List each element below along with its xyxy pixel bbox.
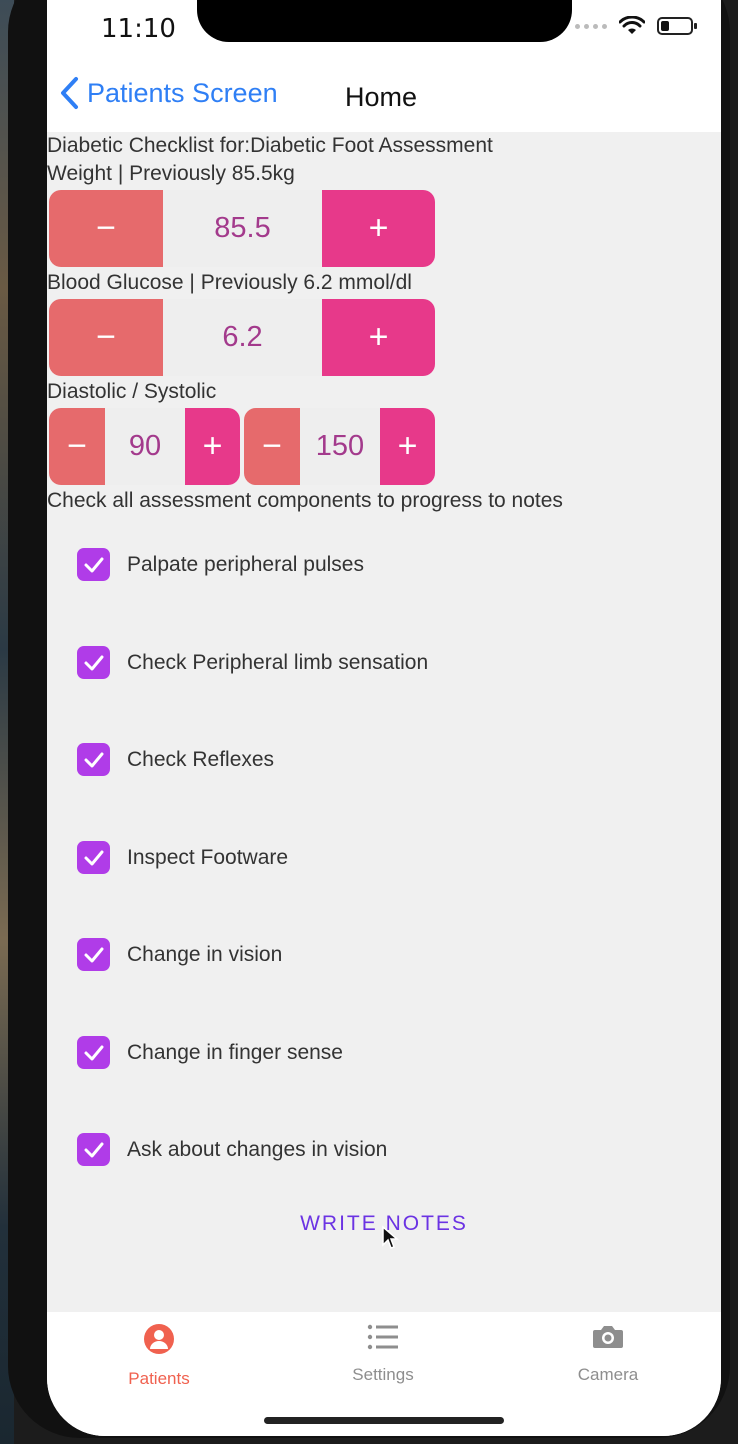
tab-patients-label: Patients: [128, 1369, 190, 1388]
assessment-hint: Check all assessment components to progr…: [47, 489, 563, 512]
tab-settings[interactable]: Settings: [308, 1322, 458, 1385]
diastolic-value[interactable]: 90: [105, 408, 185, 485]
tab-camera[interactable]: Camera: [533, 1322, 683, 1385]
glucose-increment-button[interactable]: +: [322, 299, 435, 376]
tab-camera-label: Camera: [577, 1365, 639, 1384]
blood-pressure-label: Diastolic / Systolic: [47, 380, 217, 403]
person-icon: [144, 1324, 174, 1354]
diastolic-increment-button[interactable]: +: [185, 408, 240, 485]
checklist-item-label: Inspect Footware: [127, 845, 289, 869]
back-button-label: Patients Screen: [87, 77, 278, 108]
checkbox[interactable]: [77, 1133, 110, 1166]
checklist-item-label: Palpate peripheral pulses: [127, 552, 364, 576]
diastolic-decrement-button[interactable]: −: [49, 408, 105, 485]
weight-label: Weight | Previously 85.5kg: [47, 162, 295, 185]
checkmark-icon: [84, 557, 103, 572]
weight-value[interactable]: 85.5: [163, 190, 322, 267]
cellular-signal-icon: [575, 23, 607, 29]
glucose-stepper: − 6.2 +: [49, 299, 435, 376]
weight-stepper: − 85.5 +: [49, 190, 435, 267]
battery-icon: [657, 17, 697, 35]
systolic-stepper: − 150 +: [244, 408, 435, 485]
phone-frame: 11:10 Patients Screen Home Diabetic Chec…: [8, 0, 730, 1438]
notch: [197, 0, 572, 42]
systolic-value[interactable]: 150: [300, 408, 380, 485]
glucose-label: Blood Glucose | Previously 6.2 mmol/dl: [47, 271, 412, 294]
checklist-item[interactable]: Check Peripheral limb sensation: [77, 646, 428, 679]
chevron-left-icon: [61, 77, 78, 109]
home-indicator: [264, 1417, 504, 1424]
checkmark-icon: [84, 1045, 103, 1060]
checklist-item-label: Ask about changes in vision: [127, 1137, 388, 1161]
checkmark-icon: [84, 1142, 103, 1157]
tab-bar: Patients Settings Camera: [47, 1312, 721, 1436]
phone-screen: 11:10 Patients Screen Home Diabetic Chec…: [47, 0, 721, 1436]
mouse-cursor-icon: [382, 1225, 399, 1249]
systolic-decrement-button[interactable]: −: [244, 408, 300, 485]
checklist-item-label: Check Reflexes: [127, 747, 275, 771]
checkbox[interactable]: [77, 938, 110, 971]
glucose-value[interactable]: 6.2: [163, 299, 322, 376]
checklist-item[interactable]: Change in finger sense: [77, 1036, 343, 1069]
checkbox[interactable]: [77, 743, 110, 776]
checkbox[interactable]: [77, 841, 110, 874]
checklist-title: Diabetic Checklist for:Diabetic Foot Ass…: [47, 134, 493, 157]
checkbox[interactable]: [77, 646, 110, 679]
tab-patients[interactable]: Patients: [84, 1322, 234, 1389]
checkmark-icon: [84, 947, 103, 962]
checklist-item[interactable]: Palpate peripheral pulses: [77, 548, 364, 581]
back-button[interactable]: Patients Screen: [59, 76, 278, 110]
checklist-item-label: Change in vision: [127, 942, 283, 966]
checkmark-icon: [84, 655, 103, 670]
weight-increment-button[interactable]: +: [322, 190, 435, 267]
checklist-item-label: Check Peripheral limb sensation: [127, 650, 429, 674]
checklist-item[interactable]: Ask about changes in vision: [77, 1133, 387, 1166]
wifi-icon: [619, 16, 645, 34]
weight-decrement-button[interactable]: −: [49, 190, 163, 267]
checklist-item-label: Change in finger sense: [127, 1040, 343, 1064]
checkbox[interactable]: [77, 1036, 110, 1069]
checkbox[interactable]: [77, 548, 110, 581]
systolic-increment-button[interactable]: +: [380, 408, 435, 485]
glucose-decrement-button[interactable]: −: [49, 299, 163, 376]
page-title: Home: [345, 82, 418, 112]
status-icons: [575, 16, 697, 36]
checklist-item[interactable]: Change in vision: [77, 938, 282, 971]
checklist-content: Diabetic Checklist for:Diabetic Foot Ass…: [47, 132, 721, 1312]
checklist-item[interactable]: Inspect Footware: [77, 841, 288, 874]
navigation-bar: Patients Screen Home: [47, 70, 721, 130]
tab-settings-label: Settings: [352, 1365, 414, 1384]
status-time: 11:10: [101, 14, 176, 44]
camera-icon: [593, 1326, 623, 1348]
checkmark-icon: [84, 752, 103, 767]
checkmark-icon: [84, 850, 103, 865]
diastolic-stepper: − 90 +: [49, 408, 240, 485]
checklist-item[interactable]: Check Reflexes: [77, 743, 274, 776]
list-icon: [367, 1324, 398, 1350]
